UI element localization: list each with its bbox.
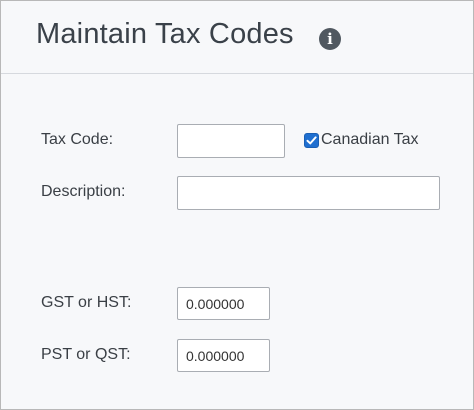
gst-hst-label: GST or HST:	[41, 294, 132, 311]
pst-qst-input[interactable]	[177, 339, 270, 372]
description-input[interactable]	[177, 176, 440, 210]
panel-header: Maintain Tax Codes i	[1, 1, 473, 74]
description-label: Description:	[41, 183, 126, 200]
info-icon[interactable]: i	[319, 28, 341, 50]
tax-code-input[interactable]	[177, 124, 285, 158]
canadian-tax-label[interactable]: Canadian Tax	[321, 131, 419, 149]
tax-code-label: Tax Code:	[41, 131, 114, 148]
gst-hst-input[interactable]	[177, 287, 270, 320]
maintain-tax-codes-panel: Maintain Tax Codes i Tax Code: Canadian …	[0, 0, 474, 410]
canadian-tax-checkbox[interactable]	[304, 133, 319, 148]
check-icon	[306, 136, 317, 145]
page-title: Maintain Tax Codes	[36, 18, 294, 50]
pst-qst-label: PST or QST:	[41, 346, 131, 363]
